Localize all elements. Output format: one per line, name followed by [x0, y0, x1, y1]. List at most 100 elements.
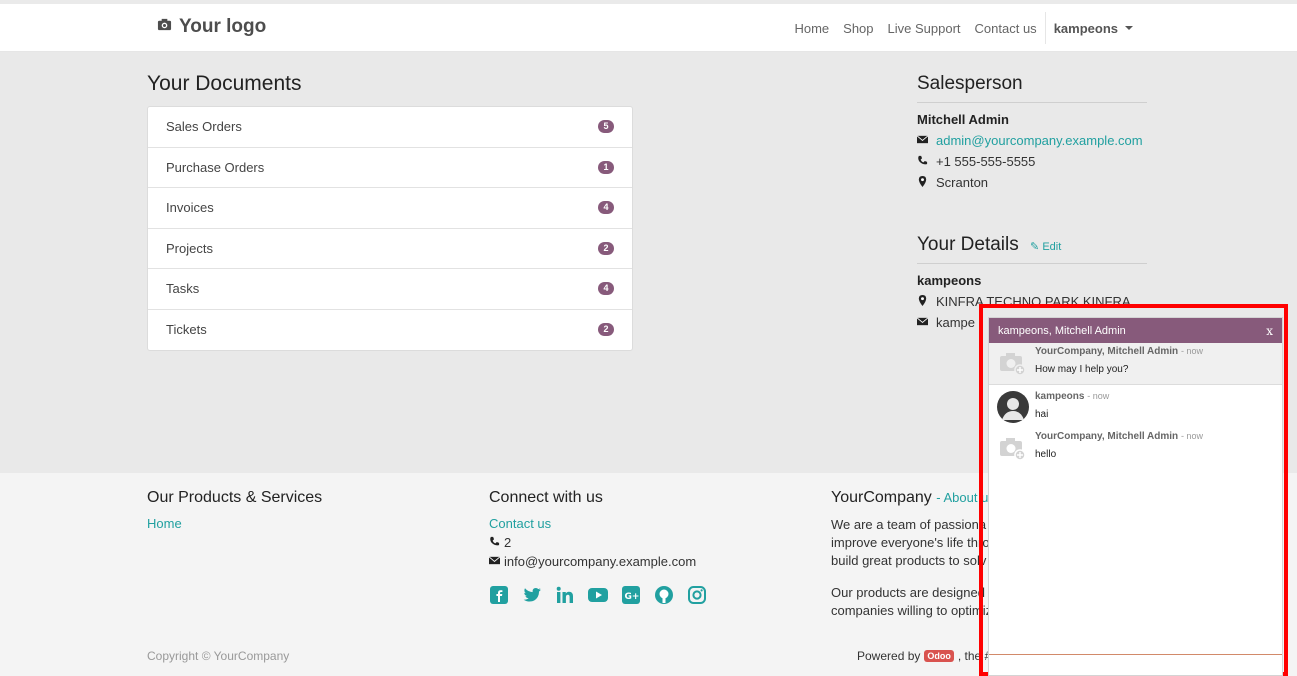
envelope-icon — [916, 315, 929, 330]
github-icon[interactable] — [654, 585, 674, 605]
footer-products: Our Products & Services Home — [147, 489, 322, 531]
about-text-1a: We are a team of passiona — [831, 517, 987, 532]
copyright: Copyright © YourCompany — [147, 649, 290, 663]
edit-details-link[interactable]: ✎ Edit — [1030, 241, 1061, 253]
instagram-icon[interactable] — [687, 585, 707, 605]
footer-phone-row: 2 — [489, 535, 707, 550]
linkedin-icon[interactable] — [555, 585, 575, 605]
footer-company-title: YourCompany - About us — [831, 489, 999, 507]
svg-text:G+: G+ — [625, 592, 640, 602]
about-text-2b: companies willing to optimiz — [831, 603, 993, 618]
doc-item-tickets[interactable]: Tickets 2 — [148, 310, 632, 351]
page-title: Your Documents — [147, 72, 302, 95]
phone-icon — [489, 535, 500, 550]
details-name: kampeons — [917, 273, 982, 288]
twitter-icon[interactable] — [522, 585, 542, 605]
chat-message: YourCompany, Mitchell Admin - now How ma… — [989, 343, 1282, 385]
nav-separator — [1044, 12, 1046, 44]
message-meta: YourCompany, Mitchell Admin - now — [1035, 431, 1203, 442]
powered-by-label: Powered by — [857, 649, 921, 663]
message-author: kampeons — [1035, 391, 1085, 402]
doc-item-projects[interactable]: Projects 2 — [148, 229, 632, 269]
youtube-icon[interactable] — [588, 585, 608, 605]
powered-by: Powered by Odoo , the # — [857, 649, 991, 663]
chat-composer-input[interactable] — [989, 654, 1282, 675]
facebook-icon[interactable] — [489, 585, 509, 605]
doc-item-tasks[interactable]: Tasks 4 — [148, 269, 632, 310]
nav-shop[interactable]: Shop — [836, 21, 880, 36]
chat-header[interactable]: kampeons, Mitchell Admin x — [989, 318, 1282, 343]
count-badge: 2 — [598, 241, 614, 255]
envelope-icon — [916, 133, 929, 148]
message-time: - now — [1180, 346, 1203, 356]
user-name: kampeons — [1053, 20, 1118, 36]
company-name: YourCompany — [831, 489, 932, 506]
envelope-icon — [488, 554, 501, 569]
salesperson-phone: +1 555-555-5555 — [936, 154, 1036, 169]
caret-down-icon — [1125, 26, 1133, 30]
salesperson-title: Salesperson — [917, 73, 1147, 103]
doc-item-label: Sales Orders — [166, 119, 242, 135]
nav-home[interactable]: Home — [787, 21, 836, 36]
footer-home-link[interactable]: Home — [147, 516, 322, 531]
camera-icon — [157, 16, 172, 38]
site-header: Your logo Home Shop Live Support Contact… — [0, 4, 1297, 52]
salesperson-email-row: admin@yourcompany.example.com — [916, 133, 1147, 148]
site-logo[interactable]: Your logo — [157, 16, 266, 38]
chat-close-button[interactable]: x — [1266, 324, 1273, 338]
phone-icon — [917, 154, 928, 169]
about-text-2a: Our products are designed fo — [831, 585, 1000, 600]
details-title: Your Details — [917, 234, 1019, 255]
doc-item-invoices[interactable]: Invoices 4 — [148, 188, 632, 229]
footer-about: YourCompany - About us We are a team of … — [831, 489, 999, 620]
user-avatar — [997, 391, 1029, 423]
footer-connect: Connect with us Contact us 2 info@yourco… — [488, 489, 707, 605]
message-meta: kampeons - now — [1035, 391, 1109, 402]
chat-message: kampeons - now hai — [989, 385, 1282, 427]
message-author: YourCompany, Mitchell Admin — [1035, 346, 1179, 357]
main-nav: Home Shop Live Support Contact us kampeo… — [787, 4, 1140, 52]
documents-list: Sales Orders 5 Purchase Orders 1 Invoice… — [147, 106, 633, 351]
user-menu[interactable]: kampeons — [1047, 21, 1140, 36]
pencil-icon: ✎ — [1030, 241, 1040, 253]
message-meta: YourCompany, Mitchell Admin - now — [1035, 346, 1203, 357]
salesperson-email-link[interactable]: admin@yourcompany.example.com — [936, 133, 1143, 148]
count-badge: 4 — [598, 282, 614, 296]
chat-message: YourCompany, Mitchell Admin - now hello — [989, 427, 1282, 467]
about-text-1c: build great products to solv — [831, 553, 987, 568]
salesperson-phone-row: +1 555-555-5555 — [917, 154, 1147, 169]
doc-item-label: Invoices — [166, 200, 214, 216]
about-text-1b: improve everyone's life thro — [831, 535, 990, 550]
salesperson-name: Mitchell Admin — [917, 112, 1009, 127]
nav-live-support[interactable]: Live Support — [881, 21, 968, 36]
message-body: How may I help you? — [1035, 364, 1129, 375]
doc-item-label: Tickets — [166, 322, 207, 338]
footer-connect-title: Connect with us — [489, 489, 603, 506]
message-author: YourCompany, Mitchell Admin — [1035, 431, 1179, 442]
footer-email: info@yourcompany.example.com — [504, 554, 697, 569]
doc-item-label: Projects — [166, 240, 213, 256]
message-time: - now — [1180, 431, 1203, 441]
salesperson-panel: Salesperson Mitchell Admin admin@yourcom… — [916, 73, 1147, 190]
doc-item-label: Tasks — [166, 281, 200, 297]
message-body: hai — [1035, 409, 1049, 420]
salesperson-city: Scranton — [936, 175, 989, 190]
footer-contact-link[interactable]: Contact us — [489, 516, 707, 531]
google-plus-icon[interactable]: G+ — [621, 585, 641, 605]
doc-item-purchase-orders[interactable]: Purchase Orders 1 — [148, 148, 632, 188]
details-title-row: Your Details ✎ Edit — [917, 234, 1147, 264]
social-links: G+ — [489, 585, 707, 605]
map-marker-icon — [917, 175, 928, 190]
avatar-placeholder-icon — [997, 431, 1029, 463]
nav-contact-us[interactable]: Contact us — [968, 21, 1044, 36]
logo-text: Your logo — [179, 16, 267, 37]
avatar-placeholder-icon — [997, 346, 1029, 378]
footer-products-title: Our Products & Services — [147, 489, 323, 506]
salesperson-city-row: Scranton — [917, 175, 1147, 190]
count-badge: 5 — [598, 120, 614, 134]
odoo-logo[interactable]: Odoo — [924, 650, 954, 662]
doc-item-sales-orders[interactable]: Sales Orders 5 — [148, 107, 632, 148]
details-email: kampe — [936, 315, 976, 330]
count-badge: 4 — [598, 201, 614, 215]
edit-label: Edit — [1042, 241, 1062, 253]
